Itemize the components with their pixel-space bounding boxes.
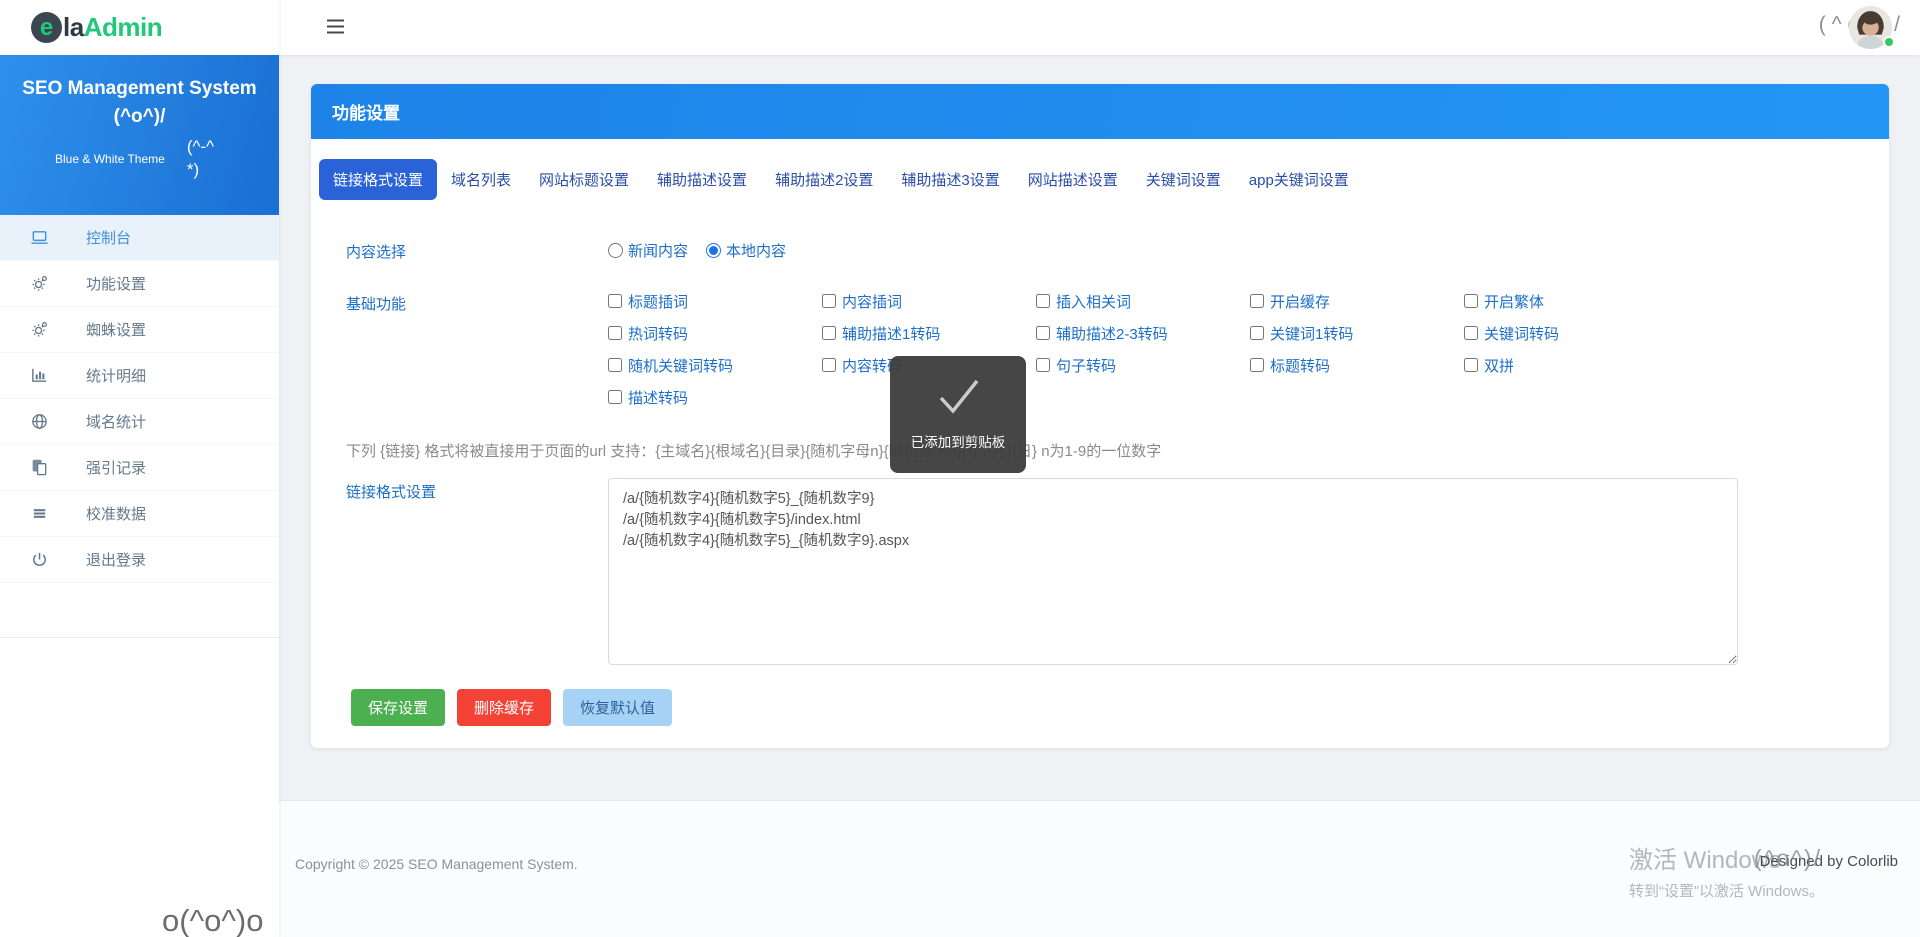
checkbox-input[interactable] [1036, 294, 1050, 308]
content-select-label: 内容选择 [346, 241, 406, 262]
footer-kaomoji: (^o^)/ [1754, 845, 1822, 872]
checkbox-input[interactable] [1464, 326, 1478, 340]
checkbox-input[interactable] [608, 358, 622, 372]
sidebar-menu: 控制台 功能设置 蜘蛛设置 统计明细 域名统计 [0, 215, 279, 638]
tab-aux-desc-3[interactable]: 辅助描述3设置 [887, 159, 1013, 200]
checkbox-input[interactable] [822, 326, 836, 340]
radio-local-content[interactable]: 本地内容 [706, 240, 786, 261]
sidebar-item-calibrate-data[interactable]: 校准数据 [0, 491, 279, 537]
basic-functions-grid: 标题插词 内容插词 插入相关词 开启缓存 开启繁体 热词转码 辅助描述1转码 辅… [608, 291, 1678, 407]
sidebar-item-logout[interactable]: 退出登录 [0, 537, 279, 583]
radio-news-content[interactable]: 新闻内容 [608, 240, 688, 261]
tab-aux-desc[interactable]: 辅助描述设置 [643, 159, 761, 200]
checkbox-input[interactable] [1250, 294, 1264, 308]
checkbox-item[interactable]: 内容插词 [822, 291, 1036, 311]
list-icon [30, 504, 50, 523]
toast-message: 已添加到剪贴板 [911, 431, 1006, 451]
brand-logo-icon: e [31, 12, 62, 43]
checkbox-item[interactable]: 热词转码 [608, 323, 822, 343]
gears-icon [30, 320, 50, 339]
checkbox-input[interactable] [1250, 326, 1264, 340]
laptop-icon [30, 228, 50, 247]
checkbox-item[interactable]: 关键词转码 [1464, 323, 1678, 343]
delete-cache-button[interactable]: 删除缓存 [457, 689, 551, 726]
clipboard-toast: 已添加到剪贴板 [890, 356, 1026, 473]
sidebar-item-force-index-records[interactable]: 强引记录 [0, 445, 279, 491]
checkbox-input[interactable] [1036, 326, 1050, 340]
sidebar-banner: SEO Management System (^o^)/ Blue & Whit… [0, 55, 279, 215]
checkbox-item[interactable]: 辅助描述2-3转码 [1036, 323, 1250, 343]
sidebar-item-function-settings[interactable]: 功能设置 [0, 261, 279, 307]
tab-site-desc[interactable]: 网站描述设置 [1014, 159, 1132, 200]
bar-chart-icon [30, 366, 50, 385]
checkbox-input[interactable] [608, 294, 622, 308]
settings-tabs: 链接格式设置 域名列表 网站标题设置 辅助描述设置 辅助描述2设置 辅助描述3设… [319, 159, 1889, 200]
radio-local-content-input[interactable] [706, 243, 721, 258]
checkbox-item[interactable]: 开启繁体 [1464, 291, 1678, 311]
checkbox-item[interactable]: 双拼 [1464, 355, 1678, 375]
tab-app-keywords[interactable]: app关键词设置 [1235, 159, 1363, 200]
tab-link-format[interactable]: 链接格式设置 [319, 159, 437, 200]
copyright-text: Copyright © 2025 SEO Management System. [295, 856, 578, 872]
tab-keywords[interactable]: 关键词设置 [1132, 159, 1235, 200]
gears-icon [30, 274, 50, 293]
basic-functions-label: 基础功能 [346, 293, 406, 314]
topbar: (^o^)/ [279, 0, 1920, 55]
checkmark-icon [927, 372, 989, 422]
restore-defaults-button[interactable]: 恢复默认值 [563, 689, 672, 726]
brand-logo[interactable]: e laAdmin [0, 0, 279, 55]
checkbox-item[interactable]: 句子转码 [1036, 355, 1250, 375]
sidebar-item-spider-settings[interactable]: 蜘蛛设置 [0, 307, 279, 353]
power-icon [30, 550, 50, 569]
sidebar-item-stats-detail[interactable]: 统计明细 [0, 353, 279, 399]
radio-news-content-input[interactable] [608, 243, 623, 258]
tab-site-title[interactable]: 网站标题设置 [525, 159, 643, 200]
site-title: SEO Management System (^o^)/ [14, 75, 265, 130]
content-select-group: 新闻内容 本地内容 [608, 240, 786, 261]
sidebar-item-dashboard[interactable]: 控制台 [0, 215, 279, 261]
link-format-label: 链接格式设置 [346, 481, 436, 502]
save-settings-button[interactable]: 保存设置 [351, 689, 445, 726]
watermark-line2: 转到“设置”以激活 Windows。 [1629, 880, 1824, 901]
checkbox-item[interactable]: 插入相关词 [1036, 291, 1250, 311]
tab-domain-list[interactable]: 域名列表 [437, 159, 525, 200]
online-status-dot [1883, 36, 1895, 48]
checkbox-item[interactable]: 辅助描述1转码 [822, 323, 1036, 343]
link-format-textarea[interactable]: /a/{随机数字4}{随机数字5}_{随机数字9} /a/{随机数字4}{随机数… [608, 478, 1738, 665]
checkbox-item[interactable]: 描述转码 [608, 387, 822, 407]
checkbox-item[interactable]: 随机关键词转码 [608, 355, 822, 375]
brand-logo-text: laAdmin [63, 12, 162, 43]
settings-card: 功能设置 链接格式设置 域名列表 网站标题设置 辅助描述设置 辅助描述2设置 辅… [311, 84, 1889, 748]
checkbox-item[interactable]: 标题插词 [608, 291, 822, 311]
sidebar-item-domain-stats[interactable]: 域名统计 [0, 399, 279, 445]
tab-aux-desc-2[interactable]: 辅助描述2设置 [761, 159, 887, 200]
sidebar-bottom-kaomoji: o(^o^)o [162, 903, 263, 937]
checkbox-input[interactable] [1250, 358, 1264, 372]
checkbox-item[interactable]: 关键词1转码 [1250, 323, 1464, 343]
checkbox-input[interactable] [1036, 358, 1050, 372]
checkbox-input[interactable] [608, 390, 622, 404]
paste-icon [30, 458, 50, 477]
theme-label: Blue & White Theme [55, 152, 165, 182]
checkbox-item[interactable]: 标题转码 [1250, 355, 1464, 375]
globe-icon [30, 412, 50, 431]
sidebar: e laAdmin SEO Management System (^o^)/ B… [0, 0, 279, 937]
checkbox-input[interactable] [1464, 294, 1478, 308]
banner-kaomoji: (^-^*) [187, 136, 225, 182]
checkbox-input[interactable] [822, 358, 836, 372]
checkbox-item[interactable]: 开启缓存 [1250, 291, 1464, 311]
card-title: 功能设置 [311, 84, 1889, 139]
checkbox-input[interactable] [822, 294, 836, 308]
action-buttons: 保存设置 删除缓存 恢复默认值 [351, 689, 672, 726]
menu-toggle-icon[interactable] [326, 19, 345, 39]
checkbox-input[interactable] [608, 326, 622, 340]
checkbox-input[interactable] [1464, 358, 1478, 372]
